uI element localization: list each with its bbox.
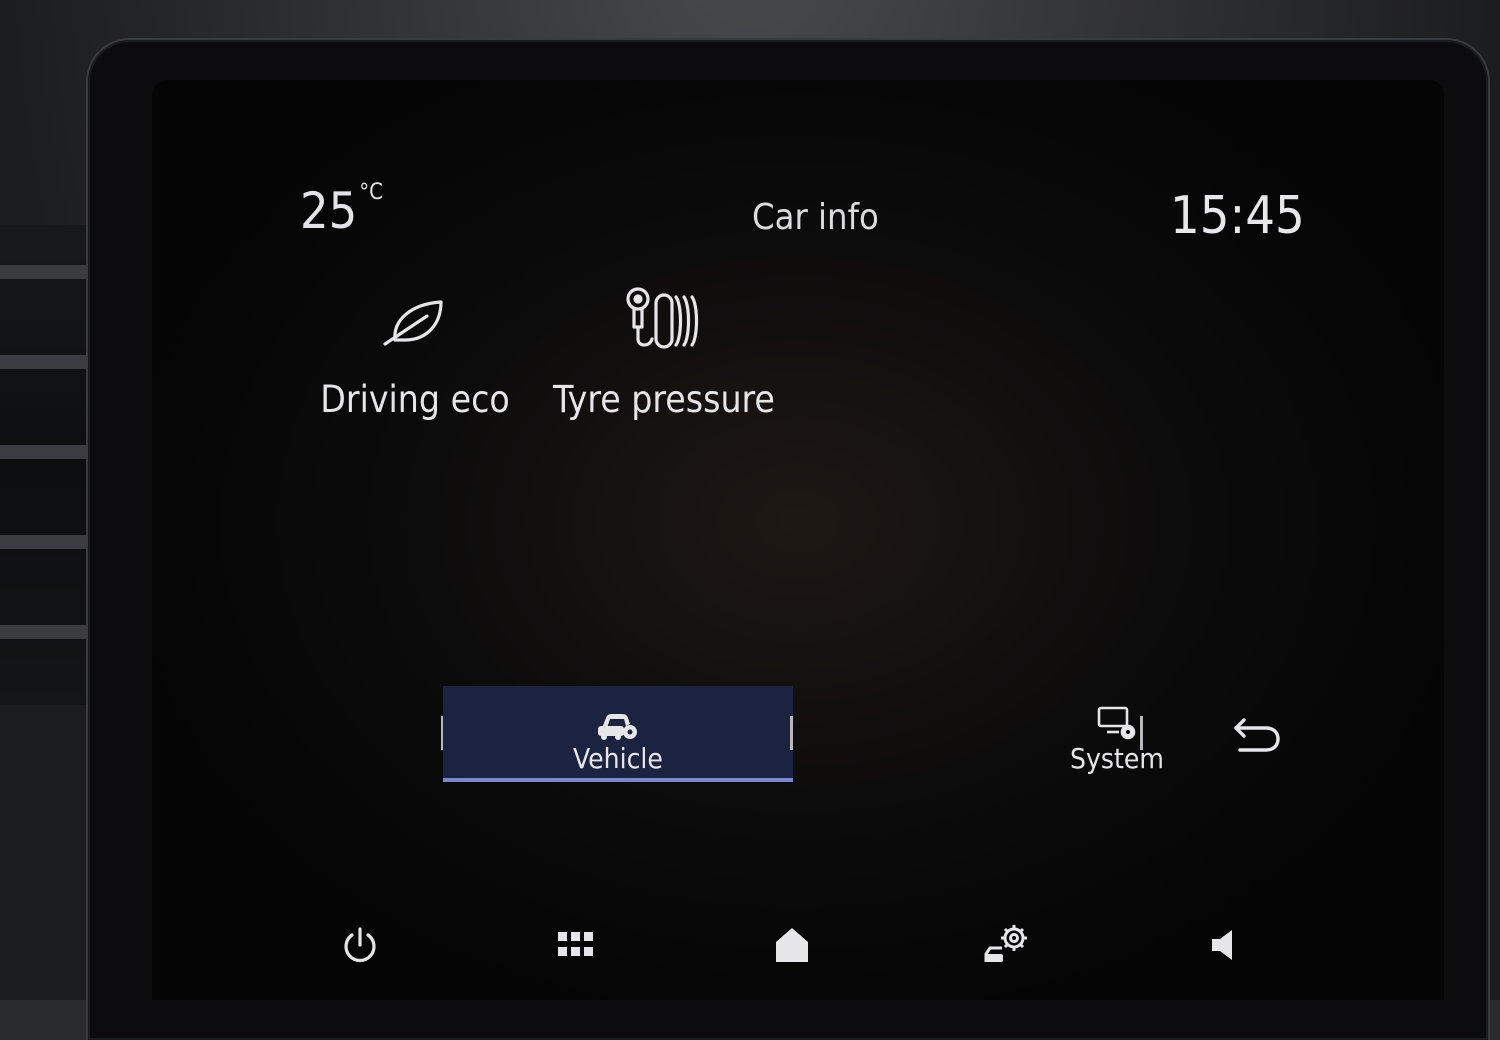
apps-button[interactable] [546, 915, 606, 975]
tile-label: Tyre pressure [553, 378, 775, 421]
tab-label: Vehicle [573, 742, 663, 775]
temperature-value: 25 [300, 182, 358, 240]
power-button[interactable] [330, 915, 390, 975]
tile-driving-eco[interactable]: Driving eco [320, 280, 510, 421]
tile-label: Driving eco [320, 378, 510, 421]
infotainment-screen: 25°C Car info 15:45 Driving eco Tyre pre… [152, 80, 1444, 1000]
home-button[interactable] [762, 915, 822, 975]
car-gear-icon [443, 698, 793, 742]
car-settings-button[interactable] [978, 915, 1038, 975]
temperature-unit: °C [359, 180, 383, 205]
tab-separator [1140, 716, 1143, 750]
tab-separator [790, 716, 793, 750]
grid-icon [558, 932, 593, 956]
power-icon [344, 927, 376, 963]
car-settings-icon [984, 925, 1027, 962]
back-arrow-icon [1202, 698, 1312, 770]
tab-bar: Vehicle System [302, 686, 1312, 782]
volume-button[interactable] [1194, 915, 1254, 975]
leaf-icon [320, 280, 510, 360]
tyre-pressure-icon [550, 280, 778, 360]
home-icon [776, 928, 808, 962]
clock: 15:45 [1170, 186, 1305, 246]
outside-temperature: 25°C [300, 182, 383, 237]
tab-vehicle[interactable]: Vehicle [443, 686, 793, 782]
speaker-icon [1212, 930, 1232, 960]
tile-tyre-pressure[interactable]: Tyre pressure [550, 280, 778, 421]
page-title: Car info [752, 197, 879, 238]
back-button[interactable] [1202, 686, 1312, 782]
